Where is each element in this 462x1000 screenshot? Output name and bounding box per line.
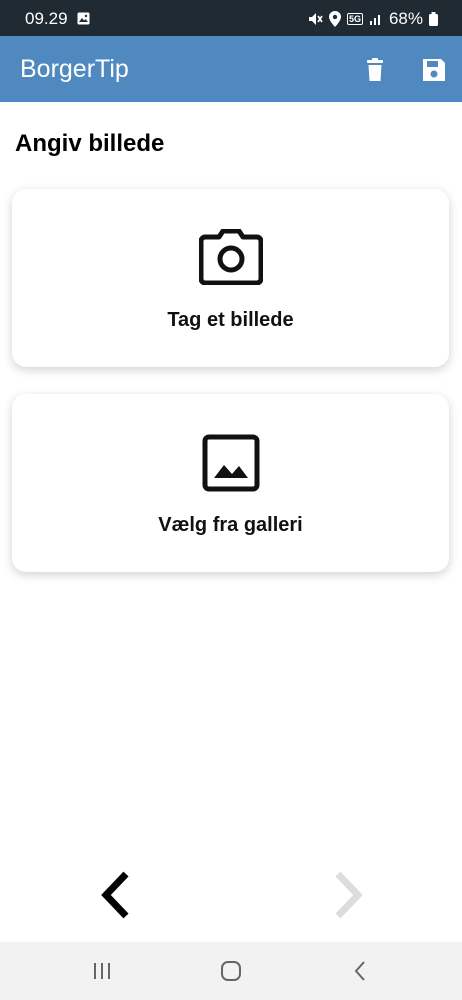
page-title: Angiv billede — [15, 130, 165, 157]
signal-icon — [369, 12, 383, 26]
app-title: BorgerTip — [20, 55, 129, 83]
location-icon — [328, 11, 341, 27]
image-icon — [202, 434, 260, 497]
battery-text: 68% — [388, 9, 423, 28]
gallery-card[interactable]: Vælg fra galleri — [12, 394, 449, 572]
save-icon — [423, 59, 445, 81]
delete-button[interactable] — [361, 56, 389, 84]
chevron-left-icon — [101, 871, 129, 919]
app-bar: BorgerTip — [0, 36, 462, 102]
mute-icon — [307, 11, 323, 27]
home-button[interactable] — [220, 960, 242, 987]
network-icon: 5G — [346, 13, 363, 25]
home-icon — [221, 961, 241, 981]
next-button[interactable] — [328, 870, 368, 920]
trash-icon — [367, 58, 383, 81]
status-time: 09.29 — [25, 9, 68, 28]
back-icon — [354, 961, 365, 981]
chevron-right-icon — [335, 871, 363, 919]
gallery-notification-icon — [77, 12, 90, 30]
battery-icon — [429, 12, 438, 26]
status-bar: 09.29 5G 68% — [0, 0, 462, 36]
camera-icon — [198, 228, 263, 290]
recent-apps-icon — [94, 963, 110, 979]
take-photo-card[interactable]: Tag et billede — [12, 189, 449, 367]
save-button[interactable] — [420, 56, 448, 84]
recent-apps-button[interactable] — [92, 961, 112, 986]
system-nav-bar — [0, 942, 462, 1000]
previous-button[interactable] — [96, 870, 136, 920]
take-photo-label: Tag et billede — [167, 309, 294, 331]
back-button[interactable] — [352, 960, 368, 987]
gallery-label: Vælg fra galleri — [158, 514, 303, 536]
